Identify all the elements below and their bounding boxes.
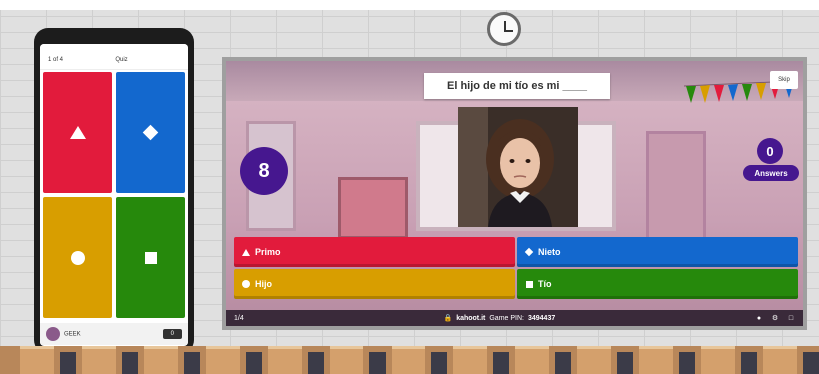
footer-controls: ● ⚙ □ [755,314,795,323]
answer-option-4[interactable]: Tío [517,269,798,299]
phone-player: GEEK [46,327,81,341]
avatar [46,327,60,341]
chair [679,352,696,374]
chair [802,352,819,374]
chair [369,352,386,374]
desk [20,346,54,374]
answers-label: Answers [743,165,799,181]
clock-minute-hand [504,30,513,32]
answer-option-4-label: Tío [538,279,552,289]
desk [205,346,240,374]
square-icon [525,280,533,288]
answer-option-2-label: Nieto [538,247,561,257]
desk [763,346,797,374]
desk [267,346,302,374]
desk [639,346,674,374]
question-image [458,107,578,227]
chair [59,352,76,374]
wall-clock-icon [487,12,521,46]
desk [453,346,488,374]
game-pin-value: 3494437 [527,314,556,322]
chair [307,352,324,374]
fullscreen-icon[interactable]: □ [787,314,795,322]
room-poster [338,177,408,239]
circle-icon [242,280,250,288]
settings-icon[interactable]: ⚙ [771,314,779,322]
skip-button[interactable]: Skip [770,71,798,89]
answer-option-1-label: Primo [255,247,281,257]
phone-player-name: GEEK [64,331,81,338]
triangle-icon [242,248,250,256]
desk [81,346,116,374]
triangle-icon [69,126,86,139]
phone-quiz-label: Quiz [115,56,128,63]
room-door [646,131,706,251]
phone-footer: GEEK 0 [40,323,188,345]
desk-row [0,346,819,374]
chair [555,352,572,374]
desk [143,346,178,374]
chair [183,352,200,374]
chair [493,352,510,374]
question-title: El hijo de mi tío es mi ____ [424,73,610,99]
game-pin-info: 🔒 kahoot.it Game PIN: 3494437 [443,314,556,323]
question-progress: 1/4 [234,314,244,322]
chair [741,352,758,374]
chair [245,352,262,374]
answers-count: 0 [757,138,783,164]
lock-icon: 🔒 [443,315,453,322]
phone-device: 1 of 4 Quiz GEEK 0 [34,28,194,354]
volume-icon[interactable]: ● [755,314,763,322]
chair [121,352,138,374]
answer-option-3-label: Hijo [255,279,272,289]
countdown-timer: 8 [240,147,288,195]
answer-option-2[interactable]: Nieto [517,237,798,267]
game-pin-label: Game PIN: [489,314,524,322]
phone-answer-red[interactable] [43,72,112,193]
circle-icon [70,250,85,265]
answer-option-3[interactable]: Hijo [234,269,515,299]
phone-answer-blue[interactable] [116,72,185,193]
phone-header: 1 of 4 Quiz [40,50,188,70]
answer-option-1[interactable]: Primo [234,237,515,267]
site-name: kahoot.it [456,314,486,322]
phone-screen: 1 of 4 Quiz GEEK 0 [40,44,188,346]
girl-portrait-image [458,107,578,227]
desk [391,346,426,374]
phone-answer-grid [43,72,185,318]
chair [617,352,634,374]
square-icon [144,251,157,264]
phone-question-progress: 1 of 4 [48,56,64,63]
ceiling-strip [0,0,819,10]
desk [701,346,736,374]
desk [515,346,550,374]
desk [329,346,364,374]
chair [431,352,448,374]
phone-answer-yellow[interactable] [43,197,112,318]
game-screen: El hijo de mi tío es mi ____ Skip 8 0 An… [222,57,807,330]
diamond-icon [524,247,534,257]
desk [577,346,612,374]
phone-score-badge: 0 [162,329,182,339]
phone-answer-green[interactable] [116,197,185,318]
diamond-icon [142,124,159,141]
game-footer-bar: 1/4 🔒 kahoot.it Game PIN: 3494437 ● ⚙ □ [226,310,803,326]
